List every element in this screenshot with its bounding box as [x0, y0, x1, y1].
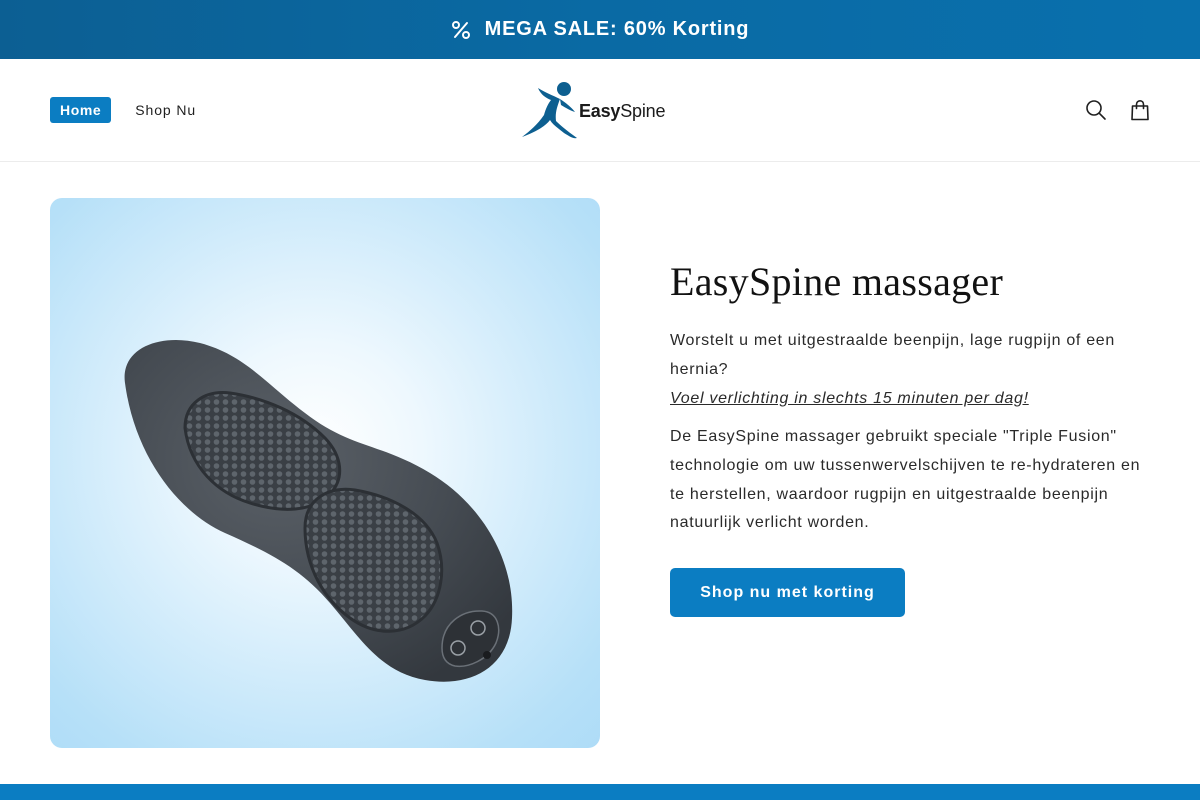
search-button[interactable]	[1084, 98, 1108, 122]
logo-text: EasySpine	[579, 101, 665, 122]
announcement-bar: MEGA SALE: 60% Korting	[0, 0, 1200, 59]
product-content: EasySpine massager Worstelt u met uitges…	[670, 258, 1160, 538]
description-paragraph: De EasySpine massager gebruikt speciale …	[670, 428, 1141, 532]
nav-home-link[interactable]: Home	[50, 97, 112, 123]
logo-text-bold: Easy	[579, 101, 621, 121]
intro-paragraph: Worstelt u met uitgestraalde beenpijn, l…	[670, 326, 1160, 413]
main-nav: Home Shop Nu	[50, 97, 196, 123]
intro-text: Worstelt u met uitgestraalde beenpijn, l…	[670, 332, 1115, 378]
product-image	[50, 198, 600, 748]
charging-port-graphic	[483, 651, 491, 659]
shop-discount-button[interactable]: Shop nu met korting	[670, 568, 905, 617]
cart-button[interactable]	[1128, 98, 1152, 122]
logo-text-regular: Spine	[620, 101, 666, 121]
footer-strip	[0, 784, 1200, 800]
running-figure-icon	[522, 82, 577, 139]
cart-icon	[1131, 99, 1149, 121]
percent-icon	[451, 20, 470, 39]
site-logo[interactable]: EasySpine	[520, 79, 670, 141]
announcement-text: MEGA SALE: 60% Korting	[484, 18, 750, 40]
nav-shop-link[interactable]: Shop Nu	[135, 102, 196, 118]
relief-link[interactable]: Voel verlichting in slechts 15 minuten p…	[670, 384, 1160, 413]
site-header: Home Shop Nu EasySpine	[0, 59, 1200, 162]
product-title: EasySpine massager	[670, 259, 1004, 304]
search-icon	[1086, 100, 1106, 120]
massager-product-image	[124, 339, 513, 682]
